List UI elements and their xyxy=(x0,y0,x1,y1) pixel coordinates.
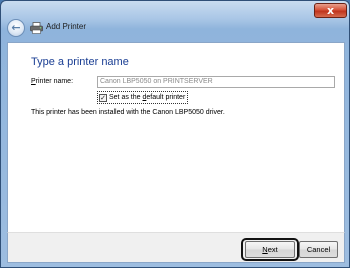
printer-name-input[interactable]: Canon LBP5050 on PRINTSERVER xyxy=(97,76,335,88)
wizard-content: Type a printer name Printer name: Canon … xyxy=(7,42,345,232)
wizard-footer: Next Cancel xyxy=(7,232,345,263)
checkmark-icon: ✓ xyxy=(100,93,106,102)
window-title: Add Printer xyxy=(46,22,87,31)
printer-name-label-rest: rinter name: xyxy=(35,78,74,85)
wizard-header: ← Add Printer xyxy=(5,17,345,41)
close-icon: x xyxy=(326,4,335,17)
page-title: Type a printer name xyxy=(31,56,129,68)
default-label-post: efault printer xyxy=(146,94,186,101)
cancel-button[interactable]: Cancel xyxy=(299,241,338,258)
close-button[interactable]: x xyxy=(314,3,347,18)
default-printer-checkbox[interactable]: ✓ xyxy=(99,93,107,102)
driver-info-text: This printer has been installed with the… xyxy=(31,109,225,116)
printer-name-label: Printer name: xyxy=(31,78,73,85)
back-arrow-icon: ← xyxy=(11,21,21,34)
printer-icon xyxy=(30,22,43,34)
default-printer-option[interactable]: ✓ Set as the default printer xyxy=(97,91,189,104)
back-button[interactable]: ← xyxy=(7,19,25,37)
default-printer-label: Set as the default printer xyxy=(109,94,185,101)
add-printer-window: x ← Add Printer Type a printer name Prin… xyxy=(0,0,350,268)
next-label-rest: ext xyxy=(267,245,278,254)
next-button[interactable]: Next xyxy=(245,241,295,258)
default-label-pre: Set as the xyxy=(109,94,143,101)
